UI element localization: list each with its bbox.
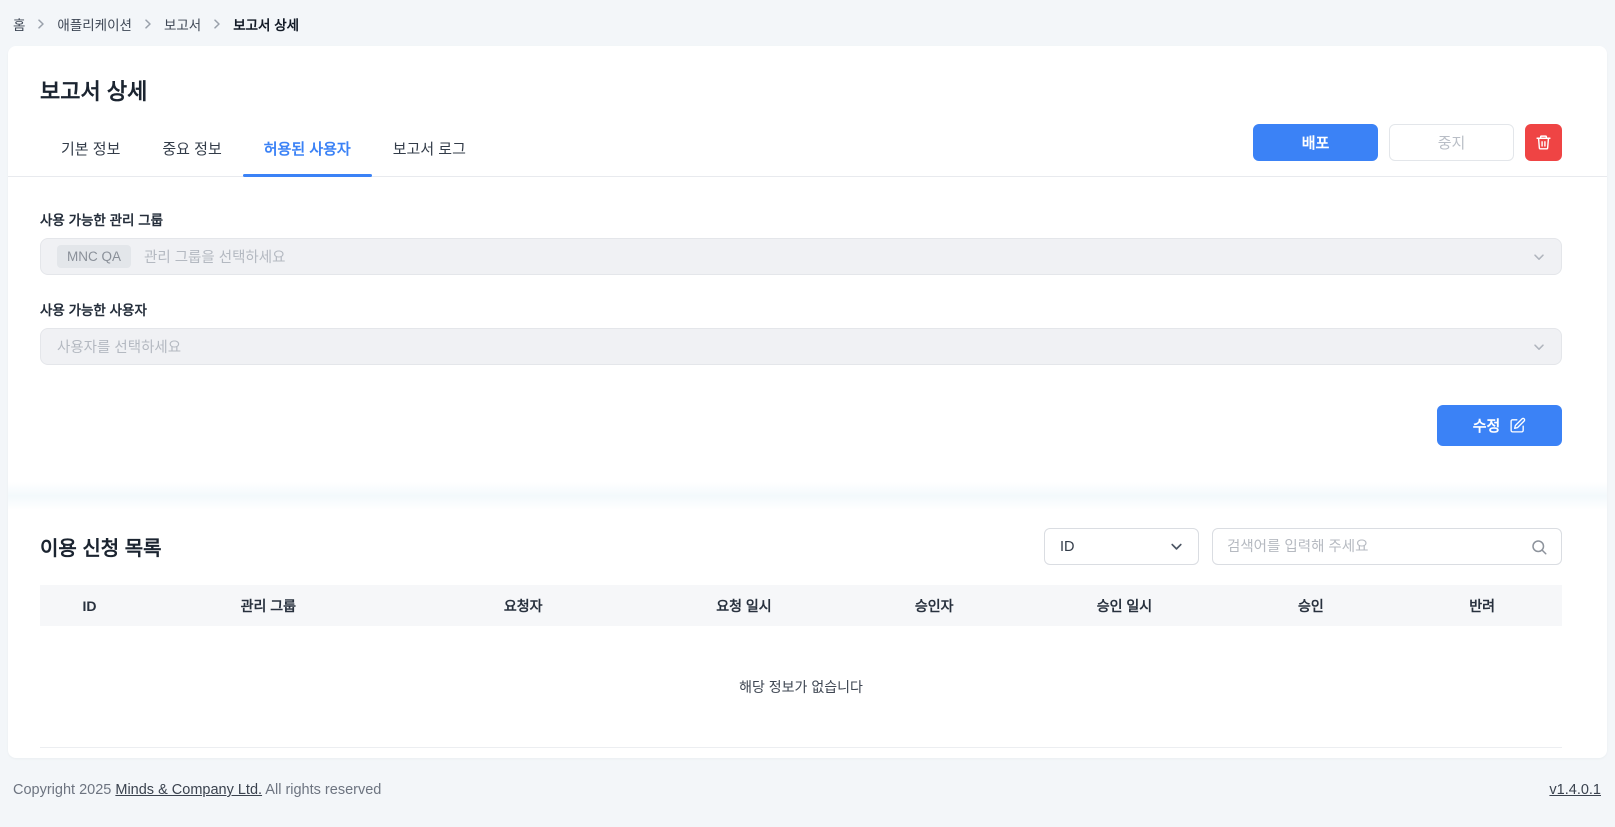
column-header-request-date: 요청 일시 [649, 585, 839, 626]
search-icon[interactable] [1530, 538, 1548, 556]
edit-button[interactable]: 수정 [1437, 405, 1562, 446]
chevron-down-icon [1169, 539, 1184, 554]
delete-button[interactable] [1525, 124, 1562, 161]
copyright-text: Copyright 2025 Minds & Company Ltd. All … [13, 782, 381, 798]
table-header-row: ID 관리 그룹 요청자 요청 일시 승인자 승인 일시 승인 반려 [40, 585, 1562, 626]
user-field-label: 사용 가능한 사용자 [40, 299, 1562, 319]
search-field-select-value: ID [1060, 539, 1075, 555]
group-select-placeholder: 관리 그룹을 선택하세요 [144, 246, 285, 267]
column-header-approver: 승인자 [839, 585, 1029, 626]
user-multiselect[interactable]: 사용자를 선택하세요 [40, 328, 1562, 365]
action-button-group: 배포 중지 [1253, 124, 1562, 176]
column-header-approve: 승인 [1220, 585, 1403, 626]
section-divider [8, 482, 1607, 510]
column-header-reject: 반려 [1402, 585, 1562, 626]
allowed-users-form: 사용 가능한 관리 그룹 MNC QA 관리 그룹을 선택하세요 사용 가능한 … [8, 177, 1607, 365]
group-multiselect[interactable]: MNC QA 관리 그룹을 선택하세요 [40, 238, 1562, 275]
copyright-suffix: All rights reserved [265, 782, 381, 798]
request-table: ID 관리 그룹 요청자 요청 일시 승인자 승인 일시 승인 반려 해당 정보… [40, 585, 1562, 747]
chevron-down-icon [1532, 340, 1546, 354]
page-title: 보고서 상세 [8, 46, 1607, 106]
edit-button-label: 수정 [1473, 415, 1501, 436]
breadcrumb-home[interactable]: 홈 [13, 14, 25, 34]
group-field-label: 사용 가능한 관리 그룹 [40, 209, 1562, 229]
deploy-button[interactable]: 배포 [1253, 124, 1378, 161]
selected-group-tag: MNC QA [57, 245, 131, 268]
column-header-requester: 요청자 [398, 585, 649, 626]
search-box [1212, 528, 1562, 565]
copyright-prefix: Copyright 2025 [13, 782, 111, 798]
stop-button[interactable]: 중지 [1389, 124, 1514, 161]
tab-basic-info[interactable]: 기본 정보 [40, 124, 141, 176]
request-list-controls: ID [1044, 528, 1562, 565]
chevron-right-icon [212, 19, 222, 29]
trash-icon [1535, 134, 1552, 151]
breadcrumb: 홈 애플리케이션 보고서 보고서 상세 [0, 0, 1615, 46]
user-select-placeholder: 사용자를 선택하세요 [57, 336, 181, 357]
chevron-down-icon [1532, 250, 1546, 264]
chevron-right-icon [143, 19, 153, 29]
version-link[interactable]: v1.4.0.1 [1549, 782, 1601, 798]
company-link[interactable]: Minds & Company Ltd. [115, 782, 262, 798]
request-list-header: 이용 신청 목록 ID [8, 510, 1607, 585]
breadcrumb-applications[interactable]: 애플리케이션 [57, 14, 132, 34]
edit-button-row: 수정 [8, 389, 1607, 482]
report-detail-card: 보고서 상세 기본 정보 중요 정보 허용된 사용자 보고서 로그 배포 중지 … [8, 46, 1607, 758]
request-list-title: 이용 신청 목록 [40, 532, 162, 561]
tab-allowed-users[interactable]: 허용된 사용자 [243, 124, 372, 176]
chevron-right-icon [36, 19, 46, 29]
breadcrumb-report-detail: 보고서 상세 [233, 14, 299, 34]
tab-important-info[interactable]: 중요 정보 [141, 124, 242, 176]
search-input[interactable] [1227, 539, 1521, 555]
tab-report-log[interactable]: 보고서 로그 [372, 124, 487, 176]
breadcrumb-reports[interactable]: 보고서 [164, 14, 201, 34]
search-field-select[interactable]: ID [1044, 528, 1199, 565]
column-header-id: ID [40, 585, 139, 626]
tab-bar: 기본 정보 중요 정보 허용된 사용자 보고서 로그 배포 중지 [8, 124, 1607, 177]
column-header-group: 관리 그룹 [139, 585, 398, 626]
table-empty-state: 해당 정보가 없습니다 [40, 626, 1562, 747]
page-footer: Copyright 2025 Minds & Company Ltd. All … [0, 758, 1615, 798]
pagination-row: 전체 0개 중 1 ~ 0 표시 / 페이지 표시 행수: 10 ▼ [8, 748, 1607, 758]
column-header-approval-date: 승인 일시 [1029, 585, 1219, 626]
edit-pencil-icon [1509, 417, 1526, 434]
